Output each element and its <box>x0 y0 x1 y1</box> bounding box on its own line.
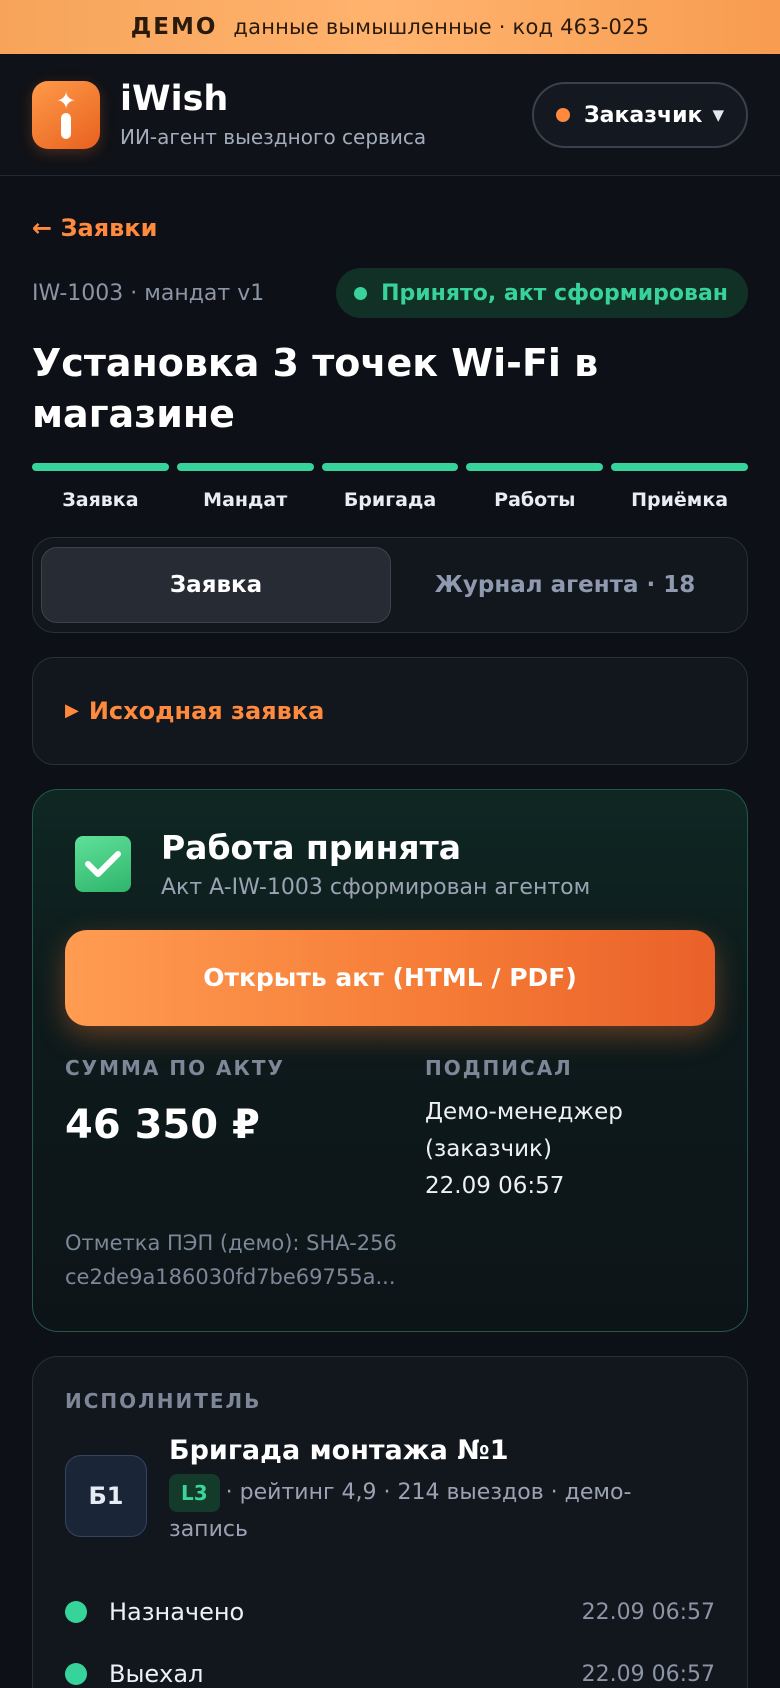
brand: iWish ИИ-агент выездного сервиса <box>120 80 426 149</box>
demo-label: ДЕМО <box>130 14 218 40</box>
status-timeline: Назначено 22.09 06:57 Выехал 22.09 06:57 <box>65 1581 715 1688</box>
timeline-item: Выехал 22.09 06:57 <box>65 1643 715 1688</box>
tab-request[interactable]: Заявка <box>41 546 391 623</box>
progress-steps: Заявка Мандат Бригада Работы Приёмка <box>32 462 748 511</box>
app-logo-icon: ✦ <box>32 80 100 149</box>
executor-row: Б1 Бригада монтажа №1 L3 · рейтинг 4,9 · … <box>65 1435 715 1548</box>
caret-right-icon: ▶ <box>65 700 79 722</box>
step-label: Мандат <box>203 488 288 511</box>
step-mandate: Мандат <box>176 462 314 511</box>
step-label: Работы <box>494 488 576 511</box>
pep-line: Отметка ПЭП (демо): SHA-256 <box>65 1231 397 1256</box>
tab-bar: Заявка Журнал агента · 18 <box>32 536 748 633</box>
timeline-item: Назначено 22.09 06:57 <box>65 1581 715 1643</box>
step-bar <box>611 462 748 471</box>
executor-card: ИСПОЛНИТЕЛЬ Б1 Бригада монтажа №1 L3 · ре… <box>32 1355 748 1688</box>
pep-mark: Отметка ПЭП (демо): SHA-256 ce2de9a18603… <box>65 1227 715 1294</box>
step-team: Бригада <box>321 462 459 511</box>
main-content: ← Заявки IW-1003 · мандат v1 Принято, ак… <box>0 176 780 1688</box>
brand-subtitle: ИИ-агент выездного сервиса <box>120 124 427 149</box>
check-icon <box>75 835 131 892</box>
timeline-label: Назначено <box>109 1598 245 1627</box>
step-label: Бригада <box>343 488 437 511</box>
role-switch-dropdown[interactable]: Заказчик ▼ <box>532 82 748 148</box>
source-request-toggle[interactable]: ▶ Исходная заявка <box>32 656 748 765</box>
sum-value: 46 350 ₽ <box>65 1101 260 1148</box>
app-header: ✦ iWish ИИ-агент выездного сервиса Заказ… <box>0 54 780 176</box>
level-badge: L3 <box>169 1473 220 1512</box>
acceptance-title: Работа принята <box>161 827 461 867</box>
role-label: Заказчик <box>584 102 703 128</box>
step-request: Заявка <box>32 462 169 511</box>
step-bar <box>466 462 604 471</box>
open-act-button[interactable]: Открыть акт (HTML / PDF) <box>65 929 715 1026</box>
act-details: СУММА ПО АКТУ 46 350 ₽ ПОДПИСАЛ Демо-мен… <box>65 1056 715 1206</box>
pep-hash: ce2de9a186030fd7be69755a... <box>65 1264 396 1289</box>
brand-name: iWish <box>120 79 229 120</box>
timeline-dot-icon <box>65 1601 87 1624</box>
order-id: IW-1003 · мандат v1 <box>32 280 265 306</box>
step-bar <box>32 462 169 471</box>
signer-info: Демо-менеджер (заказчик) 22.09 06:57 <box>425 1094 715 1206</box>
status-dot-icon <box>354 286 368 300</box>
step-label: Приёмка <box>631 488 729 511</box>
role-status-dot <box>556 108 570 122</box>
tab-agent-log[interactable]: Журнал агента · 18 <box>391 547 739 623</box>
demo-banner-text: данные вымышленные · код 463-025 <box>233 15 650 39</box>
team-meta: L3 · рейтинг 4,9 · 214 выездов · демо-зап… <box>169 1473 639 1548</box>
timeline-dot-icon <box>65 1663 87 1686</box>
executor-heading: ИСПОЛНИТЕЛЬ <box>65 1388 262 1413</box>
status-badge: Принято, акт сформирован <box>336 268 748 318</box>
back-to-orders-link[interactable]: ← Заявки <box>32 214 157 242</box>
timeline-label: Выехал <box>109 1660 204 1688</box>
signed-time: 22.09 06:57 <box>425 1173 565 1200</box>
step-acceptance: Приёмка <box>611 462 748 511</box>
step-bar <box>321 462 459 471</box>
signer-name: Демо-менеджер (заказчик) <box>425 1098 623 1162</box>
signed-heading: ПОДПИСАЛ <box>425 1055 573 1080</box>
order-meta-row: IW-1003 · мандат v1 Принято, акт сформир… <box>32 268 748 318</box>
demo-banner: ДЕМО данные вымышленные · код 463-025 <box>0 0 780 54</box>
avatar: Б1 <box>65 1454 147 1537</box>
page-title: Установка 3 точек Wi-Fi в магазине <box>32 341 599 437</box>
timeline-time: 22.09 06:57 <box>581 1661 715 1687</box>
team-stats: · рейтинг 4,9 · 214 выездов · демо-запис… <box>169 1479 632 1542</box>
team-name: Бригада монтажа №1 <box>169 1434 509 1466</box>
acceptance-header: Работа принята Акт A-IW-1003 сформирован… <box>65 828 715 900</box>
sum-heading: СУММА ПО АКТУ <box>65 1055 285 1080</box>
source-request-label: Исходная заявка <box>88 696 325 725</box>
acceptance-subtitle: Акт A-IW-1003 сформирован агентом <box>161 874 591 900</box>
caret-down-icon: ▼ <box>712 106 724 124</box>
step-works: Работы <box>466 462 604 511</box>
step-bar <box>176 462 314 471</box>
status-text: Принято, акт сформирован <box>381 280 728 306</box>
timeline-time: 22.09 06:57 <box>581 1599 715 1625</box>
acceptance-card: Работа принята Акт A-IW-1003 сформирован… <box>32 788 748 1332</box>
step-label: Заявка <box>62 488 139 511</box>
